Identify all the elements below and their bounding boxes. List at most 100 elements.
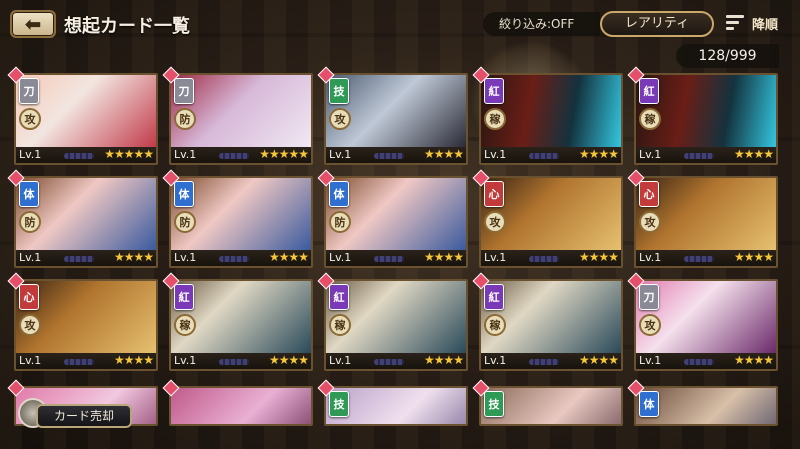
rarity-stars: ★★★★ [733,250,774,264]
rarity-stars: ★★★★ [578,250,619,264]
role-badge-icon: 稼 [484,314,506,336]
card-art [171,388,311,424]
card-item[interactable]: 技攻 Lv.1 ★★★★ [324,73,468,165]
tech-icon: 技 [329,78,349,104]
card-item[interactable] [169,386,313,426]
role-badge-icon: 攻 [19,108,41,130]
role-badge-icon: 攻 [639,211,661,233]
heart-icon: 心 [484,181,504,207]
card-item[interactable]: 心攻 Lv.1 ★★★★ [479,176,623,268]
body-icon: 体 [174,181,194,207]
crimson-icon: 紅 [484,78,504,104]
card-info-bar: Lv.1 ★★★★ [171,250,311,266]
card-level: Lv.1 [484,148,507,161]
card-level: Lv.1 [19,354,42,367]
sword-icon: 刀 [639,284,659,310]
sort-order-icon[interactable] [726,14,744,32]
card-item[interactable]: 心攻 Lv.1 ★★★★ [14,279,158,371]
card-item[interactable]: 紅稼 Lv.1 ★★★★ [634,73,778,165]
card-info-bar: Lv.1 ★★★★ [481,147,621,163]
limit-break-gauge [529,153,559,159]
role-badge-icon: 攻 [329,108,351,130]
tech-icon: 技 [329,391,349,417]
tech-icon: 技 [484,391,504,417]
page-title: 想起カード一覧 [64,16,190,37]
heart-icon: 心 [19,284,39,310]
card-info-bar: Lv.1 ★★★★ [636,353,776,369]
rarity-stars: ★★★★ [268,250,309,264]
limit-break-gauge [684,153,714,159]
sell-cards-button[interactable]: カード売却 [36,404,132,428]
card-info-bar: Lv.1 ★★★★★ [171,147,311,163]
card-item[interactable]: 心攻 Lv.1 ★★★★ [634,176,778,268]
card-level: Lv.1 [174,148,197,161]
limit-break-gauge [374,153,404,159]
card-item[interactable]: 技 [324,386,468,426]
card-item[interactable]: 紅稼 Lv.1 ★★★★ [479,73,623,165]
rarity-stars: ★★★★ [113,250,154,264]
card-level: Lv.1 [19,251,42,264]
card-item[interactable]: 紅稼 Lv.1 ★★★★ [169,279,313,371]
card-grid: 刀攻 Lv.1 ★★★★★ 刀防 Lv.1 ★★★★★ 技攻 Lv.1 ★★★★ 紅稼 Lv.1 ★★… [0,0,800,449]
card-info-bar: Lv.1 ★★★★ [16,353,156,369]
filter-status[interactable]: 絞り込み:OFF [483,12,600,36]
card-level: Lv.1 [329,354,352,367]
role-badge-icon: 攻 [639,314,661,336]
body-icon: 体 [329,181,349,207]
rarity-stars: ★★★★ [268,353,309,367]
rarity-stars: ★★★★ [733,147,774,161]
role-badge-icon: 防 [19,211,41,233]
card-info-bar: Lv.1 ★★★★ [481,353,621,369]
card-item[interactable]: 体防 Lv.1 ★★★★ [324,176,468,268]
card-level: Lv.1 [639,251,662,264]
role-badge-icon: 防 [174,108,196,130]
card-item[interactable]: 技 [479,386,623,426]
card-info-bar: Lv.1 ★★★★ [636,250,776,266]
rarity-stars: ★★★★ [578,353,619,367]
rarity-stars: ★★★★ [578,147,619,161]
card-item[interactable]: 体防 Lv.1 ★★★★ [14,176,158,268]
card-item[interactable]: 体防 Lv.1 ★★★★ [169,176,313,268]
card-level: Lv.1 [329,251,352,264]
crimson-icon: 紅 [484,284,504,310]
card-level: Lv.1 [484,354,507,367]
body-icon: 体 [19,181,39,207]
card-item[interactable]: 紅稼 Lv.1 ★★★★ [324,279,468,371]
limit-break-gauge [219,256,249,262]
card-level: Lv.1 [639,148,662,161]
card-info-bar: Lv.1 ★★★★ [481,250,621,266]
card-info-bar: Lv.1 ★★★★ [171,353,311,369]
rarity-stars: ★★★★ [733,353,774,367]
limit-break-gauge [374,359,404,365]
rarity-stars: ★★★★★ [104,147,154,161]
card-level: Lv.1 [174,354,197,367]
role-badge-icon: 防 [329,211,351,233]
limit-break-gauge [684,359,714,365]
card-item[interactable]: 刀攻 Lv.1 ★★★★ [634,279,778,371]
crimson-icon: 紅 [174,284,194,310]
rarity-stars: ★★★★ [113,353,154,367]
limit-break-gauge [64,359,94,365]
body-icon: 体 [639,391,659,417]
sort-order-button[interactable]: 降順 [752,14,778,33]
limit-break-gauge [529,256,559,262]
rarity-stars: ★★★★★ [259,147,309,161]
card-item[interactable]: 体 [634,386,778,426]
card-level: Lv.1 [639,354,662,367]
limit-break-gauge [529,359,559,365]
limit-break-gauge [64,256,94,262]
card-level: Lv.1 [484,251,507,264]
card-item[interactable]: 刀防 Lv.1 ★★★★★ [169,73,313,165]
card-level: Lv.1 [329,148,352,161]
role-badge-icon: 稼 [484,108,506,130]
back-arrow-icon: ⬅ [24,12,42,36]
rarity-stars: ★★★★ [423,353,464,367]
heart-icon: 心 [639,181,659,207]
sword-icon: 刀 [174,78,194,104]
rarity-sort-button[interactable]: レアリティ [600,11,714,37]
back-button[interactable]: ⬅ [10,10,56,38]
limit-break-gauge [219,153,249,159]
card-info-bar: Lv.1 ★★★★ [326,353,466,369]
card-item[interactable]: 紅稼 Lv.1 ★★★★ [479,279,623,371]
card-item[interactable]: 刀攻 Lv.1 ★★★★★ [14,73,158,165]
